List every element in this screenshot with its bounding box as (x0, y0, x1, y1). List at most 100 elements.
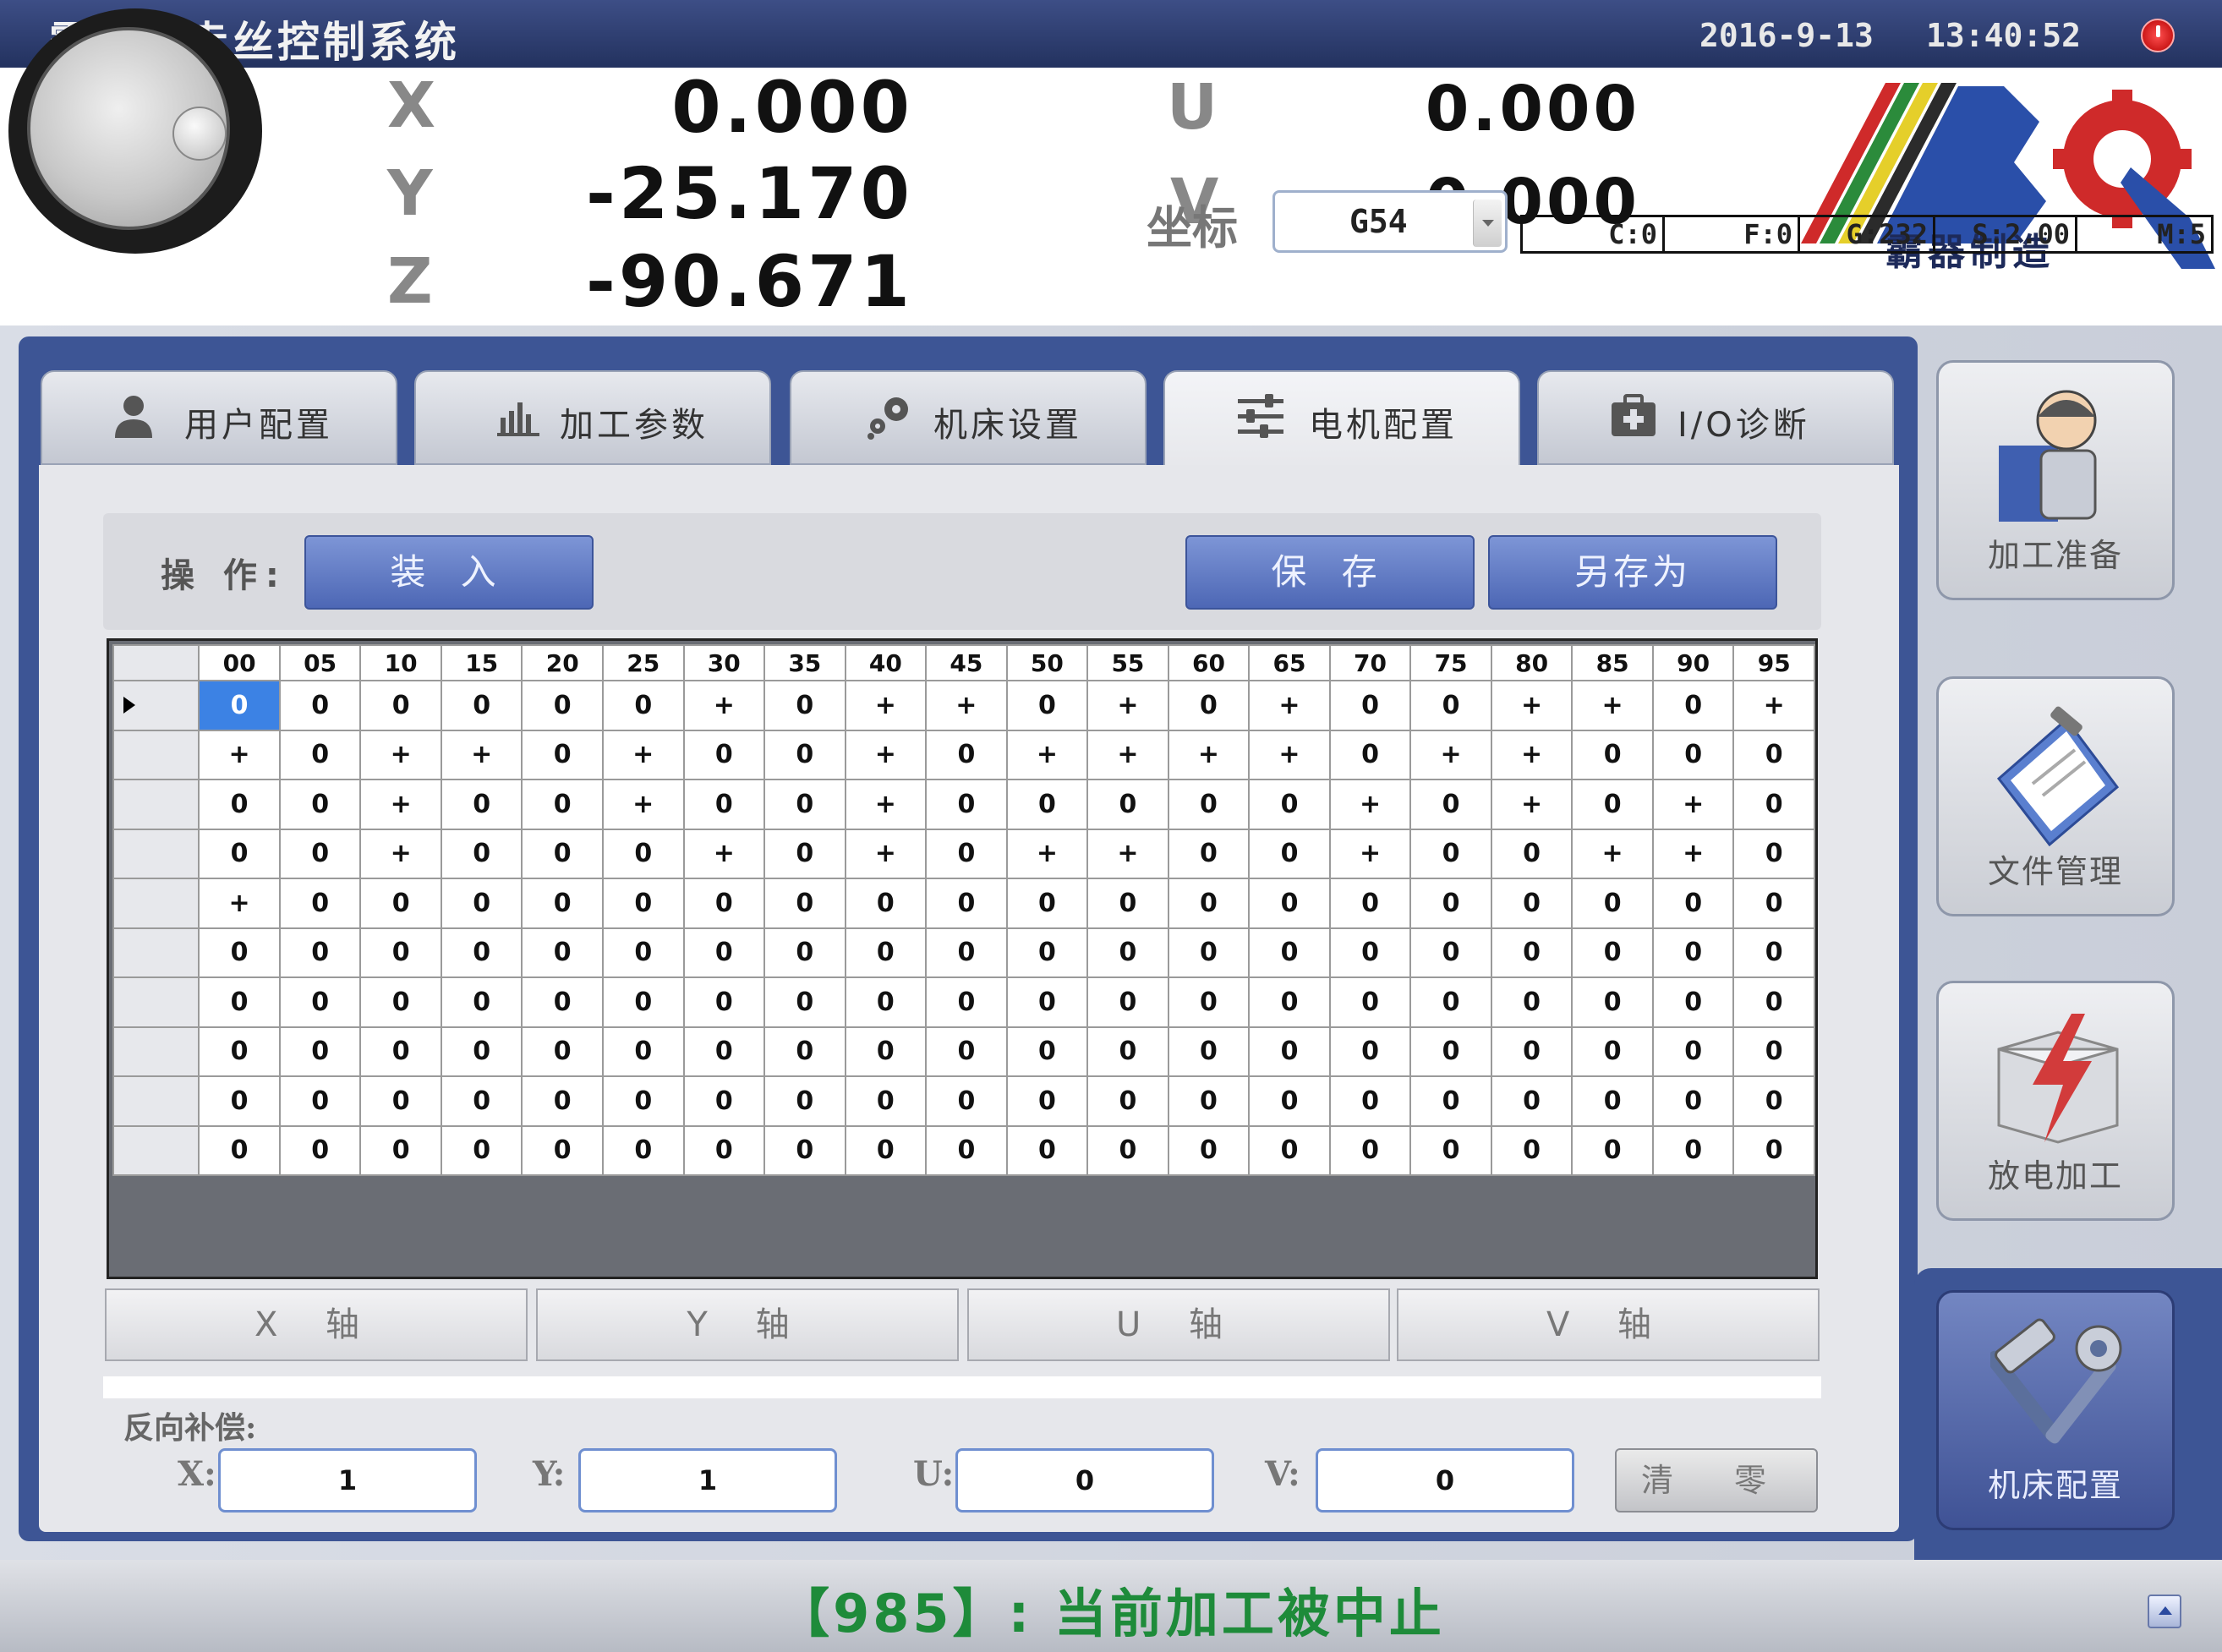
table-cell[interactable]: + (1005, 828, 1089, 879)
table-cell[interactable]: 0 (1490, 1124, 1573, 1176)
table-cell[interactable]: 0 (1409, 878, 1492, 929)
table-cell[interactable]: 0 (1328, 1026, 1412, 1077)
table-cell[interactable]: + (198, 878, 281, 929)
row-header[interactable] (112, 1124, 200, 1176)
table-cell[interactable]: + (1409, 729, 1492, 780)
table-cell[interactable]: 0 (844, 1026, 928, 1077)
table-row[interactable]: 0 0 +0 0 +0 0 +0 0 0 0 0 +0 +0 +0 (112, 779, 1815, 830)
row-header[interactable] (112, 1075, 200, 1127)
table-cell[interactable]: 0 (440, 828, 523, 879)
table-cell[interactable]: 0 (1005, 1124, 1089, 1176)
tab-user-config[interactable]: 用户配置 (41, 370, 397, 465)
table-cell[interactable]: 0 (1086, 779, 1169, 830)
table-cell[interactable]: 0 (1571, 1075, 1654, 1127)
table-cell[interactable]: 0 (1490, 878, 1573, 929)
table-cell[interactable]: 0 (1732, 927, 1815, 978)
chevron-up-icon[interactable] (2148, 1595, 2181, 1628)
table-row[interactable]: 00000000000000000000 (112, 1075, 1815, 1127)
table-cell[interactable]: 0 (763, 779, 846, 830)
table-cell[interactable]: + (359, 779, 442, 830)
table-cell[interactable]: 0 (278, 729, 362, 780)
table-cell[interactable]: 0 (682, 779, 766, 830)
table-cell[interactable]: 0 (1005, 1075, 1089, 1127)
table-cell[interactable]: 0 (1086, 976, 1169, 1028)
table-cell[interactable]: 0 (1571, 729, 1654, 780)
table-cell[interactable]: 0 (925, 1075, 1008, 1127)
row-header[interactable] (112, 779, 200, 830)
table-cell[interactable]: 0 (521, 927, 604, 978)
table-cell[interactable]: 0 (1248, 1124, 1331, 1176)
table-cell[interactable]: + (844, 779, 928, 830)
table-cell[interactable]: 0 (1651, 1124, 1735, 1176)
table-row[interactable]: 00000000000000000000 (112, 976, 1815, 1028)
table-cell[interactable]: + (844, 828, 928, 879)
table-cell[interactable]: 0 (1167, 976, 1251, 1028)
table-cell[interactable]: + (844, 680, 928, 731)
table-cell[interactable]: 0 (198, 680, 281, 731)
table-cell[interactable]: + (1328, 779, 1412, 830)
table-cell[interactable]: 0 (1248, 779, 1331, 830)
table-cell[interactable]: 0 (925, 878, 1008, 929)
table-cell[interactable]: 0 (521, 828, 604, 879)
table-cell[interactable]: 0 (1651, 729, 1735, 780)
table-row[interactable]: 00000000000000000000 (112, 1124, 1815, 1176)
table-cell[interactable]: + (1490, 729, 1573, 780)
load-button[interactable]: 装 入 (304, 535, 594, 610)
table-cell[interactable]: 0 (601, 1026, 685, 1077)
table-cell[interactable]: 0 (1409, 828, 1492, 879)
table-cell[interactable]: + (1086, 729, 1169, 780)
table-cell[interactable]: 0 (844, 976, 928, 1028)
table-cell[interactable]: 0 (925, 1124, 1008, 1176)
table-cell[interactable]: 0 (601, 1124, 685, 1176)
table-cell[interactable]: 0 (1651, 1075, 1735, 1127)
table-cell[interactable]: 0 (682, 729, 766, 780)
table-cell[interactable]: 0 (682, 1124, 766, 1176)
table-cell[interactable]: + (1732, 680, 1815, 731)
table-cell[interactable]: 0 (278, 927, 362, 978)
table-cell[interactable]: 0 (1167, 680, 1251, 731)
table-cell[interactable]: + (601, 729, 685, 780)
table-cell[interactable]: 0 (925, 1026, 1008, 1077)
table-cell[interactable]: + (1248, 680, 1331, 731)
table-cell[interactable]: 0 (844, 1124, 928, 1176)
handwheel-icon[interactable] (8, 8, 262, 254)
table-cell[interactable]: 0 (198, 976, 281, 1028)
sidebar-item-edm[interactable]: 放电加工 (1936, 981, 2175, 1221)
sidebar-item-file-management[interactable]: 文件管理 (1936, 676, 2175, 916)
table-cell[interactable]: 0 (1248, 1075, 1331, 1127)
tab-motor-config[interactable]: 电机配置 (1163, 370, 1520, 470)
table-cell[interactable]: 0 (1490, 1026, 1573, 1077)
table-cell[interactable]: 0 (1571, 927, 1654, 978)
table-cell[interactable]: 0 (1086, 1124, 1169, 1176)
table-cell[interactable]: 0 (1005, 1026, 1089, 1077)
table-cell[interactable]: 0 (1651, 1026, 1735, 1077)
table-cell[interactable]: + (1490, 779, 1573, 830)
table-cell[interactable]: 0 (440, 680, 523, 731)
table-cell[interactable]: 0 (1409, 1075, 1492, 1127)
table-cell[interactable]: 0 (1490, 1075, 1573, 1127)
row-header[interactable] (112, 976, 200, 1028)
table-cell[interactable]: 0 (1409, 1026, 1492, 1077)
table-cell[interactable]: 0 (763, 976, 846, 1028)
table-cell[interactable]: 0 (1490, 927, 1573, 978)
table-cell[interactable]: 0 (763, 927, 846, 978)
table-cell[interactable]: + (1086, 680, 1169, 731)
table-cell[interactable]: 0 (601, 1075, 685, 1127)
table-cell[interactable]: 0 (1167, 1124, 1251, 1176)
table-cell[interactable]: 0 (844, 878, 928, 929)
table-cell[interactable]: 0 (1409, 927, 1492, 978)
table-cell[interactable]: 0 (359, 976, 442, 1028)
table-cell[interactable]: 0 (440, 779, 523, 830)
table-cell[interactable]: + (1328, 828, 1412, 879)
sidebar-item-machine-config[interactable]: 机床配置 (1936, 1290, 2175, 1530)
save-button[interactable]: 保 存 (1185, 535, 1475, 610)
table-cell[interactable]: 0 (1732, 976, 1815, 1028)
axis-tab-v[interactable]: V 轴 (1397, 1288, 1820, 1361)
table-cell[interactable]: 0 (1005, 680, 1089, 731)
table-cell[interactable]: 0 (1732, 828, 1815, 879)
row-header[interactable] (112, 729, 200, 780)
table-cell[interactable]: 0 (440, 976, 523, 1028)
table-cell[interactable]: 0 (1651, 976, 1735, 1028)
table-cell[interactable]: 0 (521, 1026, 604, 1077)
table-row[interactable]: +0 + +0 +0 0 +0 + + + +0 + +0 0 0 (112, 729, 1815, 780)
